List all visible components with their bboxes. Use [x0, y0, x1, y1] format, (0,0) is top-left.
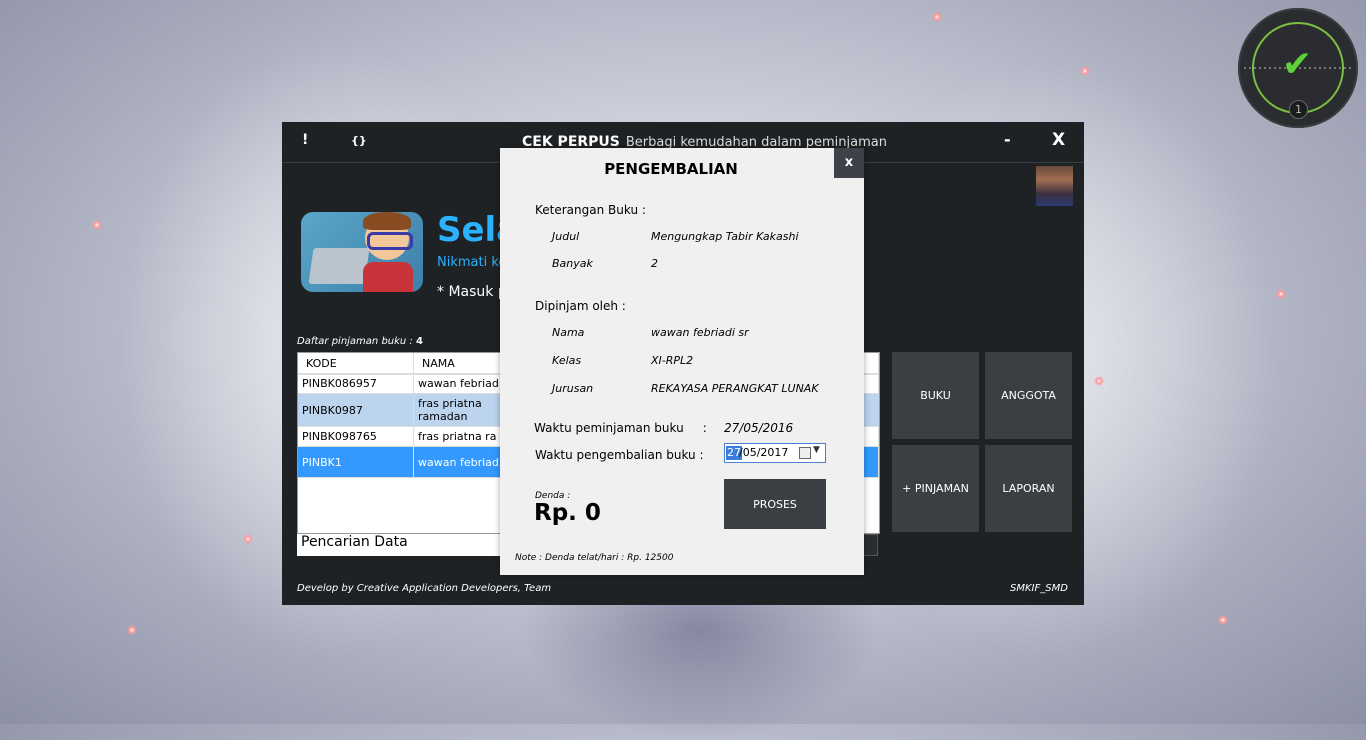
minimize-button[interactable]: - — [1004, 130, 1011, 149]
kelas-label: Kelas — [552, 354, 582, 367]
judul-label: Judul — [552, 230, 580, 243]
column-header-kode[interactable]: KODE — [298, 353, 414, 374]
close-button[interactable]: X — [1052, 130, 1065, 150]
table-cell[interactable]: PINBK1 — [298, 447, 414, 478]
wallpaper-spark — [1218, 615, 1228, 625]
section-keterangan-buku: Keterangan Buku : — [535, 203, 646, 217]
jurusan-value: REKAYASA PERANGKAT LUNAK — [651, 382, 819, 395]
check-icon: ✔ — [1282, 44, 1313, 85]
widget-badge: 1 — [1289, 100, 1308, 119]
banyak-value: 2 — [651, 257, 658, 270]
chevron-down-icon[interactable]: ▼ — [813, 445, 820, 455]
search-input[interactable] — [862, 534, 878, 556]
loan-list-label: Daftar pinjaman buku : 4 — [297, 336, 423, 347]
judul-value: Mengungkap Tabir Kakashi — [651, 230, 799, 243]
date-rest[interactable]: /05/2017 — [739, 446, 788, 459]
mascot-illustration — [301, 212, 423, 292]
banyak-label: Banyak — [552, 257, 593, 270]
pengembalian-dialog: PENGEMBALIAN x Keterangan Buku : Judul M… — [500, 148, 864, 575]
nama-label: Nama — [552, 326, 585, 339]
welcome-subtitle: Nikmati ke — [437, 255, 507, 270]
add-pinjaman-button[interactable]: + PINJAMAN — [892, 445, 979, 532]
waktu-pengembalian-label: Waktu pengembalian buku : — [535, 448, 704, 462]
section-dipinjam-oleh: Dipinjam oleh : — [535, 299, 626, 313]
wallpaper-spark — [92, 220, 102, 230]
wallpaper-spark — [1080, 66, 1090, 76]
buku-button[interactable]: BUKU — [892, 352, 979, 439]
denda-value: Rp. 0 — [534, 500, 601, 526]
waktu-peminjaman-value: 27/05/2016 — [724, 421, 794, 435]
anggota-button[interactable]: ANGGOTA — [985, 352, 1072, 439]
status-widget[interactable]: ✔ 1 — [1238, 8, 1358, 128]
loan-list-label-text: Daftar pinjaman buku : — [297, 336, 413, 347]
loan-list-count: 4 — [416, 336, 423, 347]
denda-note: Note : Denda telat/hari : Rp. 12500 — [515, 553, 674, 563]
waktu-peminjaman-label: Waktu peminjaman buku : — [534, 421, 707, 435]
wallpaper-spark — [1276, 289, 1286, 299]
table-cell[interactable]: PINBK0987 — [298, 394, 414, 427]
table-cell[interactable]: PINBK098765 — [298, 427, 414, 447]
calendar-icon[interactable] — [799, 447, 811, 459]
wallpaper-spark — [932, 12, 942, 22]
return-date-picker[interactable]: 27 /05/2017 ▼ — [724, 443, 826, 463]
footer-credit: Develop by Creative Application Develope… — [297, 583, 552, 594]
login-note: * Masuk p — [437, 284, 507, 300]
code-button[interactable]: {} — [351, 134, 367, 147]
table-cell[interactable]: PINBK086957 — [298, 374, 414, 394]
footer-school: SMKIF_SMD — [1010, 583, 1068, 594]
wallpaper-spark — [1094, 376, 1104, 386]
wallpaper-spark — [243, 534, 253, 544]
proses-button[interactable]: PROSES — [724, 479, 826, 529]
user-avatar[interactable] — [1036, 166, 1073, 206]
dialog-title: PENGEMBALIAN — [604, 160, 738, 178]
laporan-button[interactable]: LAPORAN — [985, 445, 1072, 532]
table-cell[interactable]: fras priatna ramadan — [414, 394, 504, 427]
wallpaper-spark — [127, 625, 137, 635]
kelas-value: XI-RPL2 — [651, 354, 694, 367]
info-button[interactable]: ! — [302, 132, 308, 148]
dialog-close-button[interactable]: x — [834, 148, 864, 178]
nama-value: wawan febriadi sr — [651, 326, 749, 339]
jurusan-label: Jurusan — [552, 382, 594, 395]
